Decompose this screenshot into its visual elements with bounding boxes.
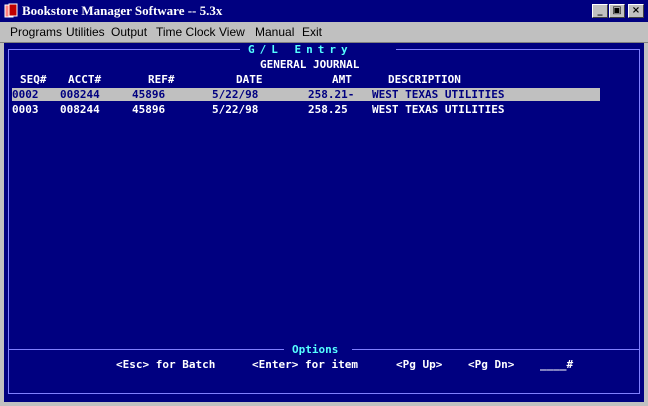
enter-item-option[interactable]: <Enter> for item: [252, 358, 358, 371]
minimize-button[interactable]: _: [592, 4, 608, 18]
app-book-icon: [4, 3, 18, 18]
console-screen: G/L Entry GENERAL JOURNAL SEQ# ACCT# REF…: [4, 43, 644, 402]
menu-exit[interactable]: Exit: [302, 25, 322, 39]
row1-amt: 258.21-: [308, 88, 355, 101]
header-acct: ACCT#: [68, 73, 102, 86]
row2-desc: WEST TEXAS UTILITIES: [372, 103, 505, 116]
options-title: Options: [292, 343, 339, 356]
menu-manual[interactable]: Manual: [255, 25, 294, 39]
header-ref: REF#: [148, 73, 175, 86]
menu-utilities[interactable]: Utilities: [66, 25, 105, 39]
options-divider-right: [352, 349, 640, 350]
header-amt: AMT: [332, 73, 352, 86]
frame-top-left-line: [8, 49, 240, 50]
frame-left-line: [8, 49, 9, 393]
header-description: DESCRIPTION: [388, 73, 461, 86]
goto-number-field[interactable]: ____#: [540, 358, 573, 371]
menu-programs[interactable]: Programs: [10, 25, 62, 39]
row2-amt: 258.25: [308, 103, 348, 116]
table-row-selected[interactable]: 0002 008244: [12, 88, 600, 101]
menu-bar: Programs Utilities Output Time Clock Vie…: [0, 22, 648, 43]
header-date: DATE: [236, 73, 263, 86]
general-journal-heading: GENERAL JOURNAL: [260, 58, 360, 71]
row2-date: 5/22/98: [212, 103, 259, 116]
row1-desc: WEST TEXAS UTILITIES: [372, 88, 505, 101]
menu-output[interactable]: Output: [111, 25, 147, 39]
row2-seq: 0003: [12, 103, 39, 116]
title-bar: Bookstore Manager Software -- 5.3x _ ▣ ×: [0, 0, 648, 22]
frame-right-line: [639, 49, 640, 393]
row1-date: 5/22/98: [212, 88, 259, 101]
close-button[interactable]: ×: [628, 4, 644, 18]
frame-bottom-line: [8, 393, 640, 394]
row1-ref: 45896: [132, 88, 166, 101]
restore-button[interactable]: ▣: [609, 4, 625, 18]
row1-acct: 008244: [60, 88, 100, 101]
header-seq: SEQ#: [20, 73, 47, 86]
menu-view[interactable]: View: [219, 25, 245, 39]
window-title: Bookstore Manager Software -- 5.3x: [22, 3, 223, 18]
row2-ref: 45896: [132, 103, 166, 116]
options-divider-left: [8, 349, 284, 350]
frame-top-right-line: [396, 49, 640, 50]
row2-acct: 008244: [60, 103, 100, 116]
menu-time-clock[interactable]: Time Clock: [156, 25, 216, 39]
gl-entry-title: G/L Entry: [248, 43, 353, 56]
esc-batch-option[interactable]: <Esc> for Batch: [116, 358, 215, 371]
page-up-option[interactable]: <Pg Up>: [396, 358, 442, 371]
row1-seq: 0002: [12, 88, 39, 101]
page-down-option[interactable]: <Pg Dn>: [468, 358, 514, 371]
